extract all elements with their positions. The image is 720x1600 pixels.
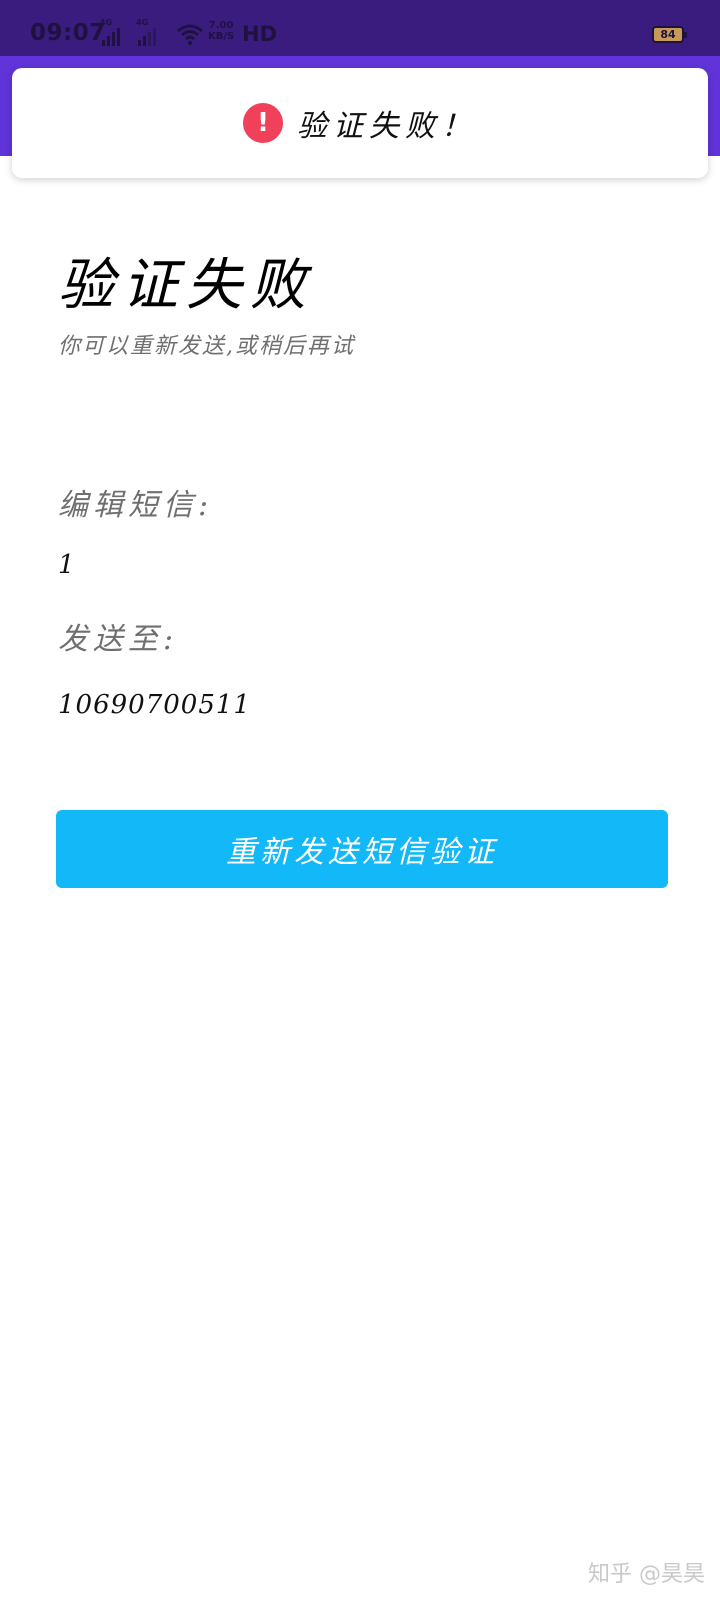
resend-sms-button[interactable]: 重新发送短信验证 [56, 810, 668, 888]
status-time: 09:07 [30, 20, 106, 46]
network-speed: 7.00 KB/S [208, 20, 234, 42]
watermark: 知乎 @昊昊 [588, 1562, 705, 1587]
wifi-icon [177, 24, 203, 46]
battery-level: 84 [660, 28, 676, 41]
hd-indicator: HD [242, 22, 278, 46]
send-to-value: 10690700511 [58, 690, 251, 720]
send-to-label: 发送至: [58, 622, 179, 657]
exclamation-icon: ! [243, 103, 283, 143]
edit-sms-value: 1 [58, 550, 76, 580]
edit-sms-label: 编辑短信: [58, 488, 214, 523]
page-title: 验证失败 [58, 253, 314, 318]
status-bar: 09:07 4G 4G 7.00 KB/S HD 84 [0, 0, 720, 56]
error-toast: ! 验证失败！ [12, 68, 708, 178]
page-subtitle: 你可以重新发送,或稍后再试 [58, 334, 355, 359]
network-speed-value: 7.00 [208, 20, 234, 31]
sim2-network-label: 4G [136, 18, 149, 27]
toast-message: 验证失败！ [297, 109, 477, 144]
network-speed-unit: KB/S [208, 31, 235, 42]
sim1-network-label: 4G [100, 18, 113, 27]
battery-icon: 84 [652, 26, 687, 43]
